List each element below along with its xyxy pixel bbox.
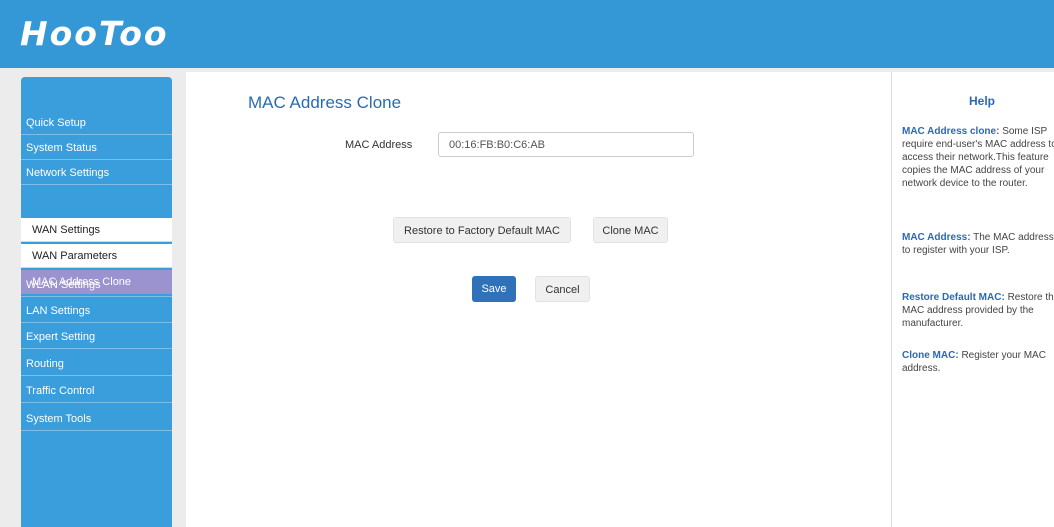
save-button[interactable]: Save (472, 276, 516, 302)
sidebar-item-traffic-control[interactable]: Traffic Control (21, 379, 172, 403)
help-panel: Help MAC Address clone: Some ISP require… (891, 72, 1054, 527)
sidebar-item-quick-setup[interactable]: Quick Setup (21, 111, 172, 135)
help-term: MAC Address: (902, 232, 971, 243)
sidebar-item-routing[interactable]: Routing (21, 352, 172, 376)
page-title: MAC Address Clone (248, 93, 402, 112)
sidebar-item-expert-setting[interactable]: Expert Setting (21, 325, 172, 349)
clone-mac-button[interactable]: Clone MAC (593, 217, 668, 243)
sidebar-item-system-tools[interactable]: System Tools (21, 407, 172, 431)
help-term: MAC Address clone: (902, 126, 1000, 137)
help-title: Help (968, 94, 995, 108)
help-mac-address: MAC Address: The MAC address to register… (902, 231, 1054, 257)
help-mac-clone: MAC Address clone: Some ISP require end-… (902, 125, 1054, 190)
sidebar-item-lan-settings[interactable]: LAN Settings (21, 299, 172, 323)
mac-address-label: MAC Address (345, 139, 413, 151)
sidebar-item-wlan-settings[interactable]: WLAN Settings (21, 273, 172, 297)
help-term: Clone MAC: (902, 350, 959, 361)
sidebar-item-network-settings[interactable]: Network Settings (21, 161, 172, 185)
sidebar-item-system-status[interactable]: System Status (21, 136, 172, 160)
mac-address-input[interactable] (438, 132, 694, 157)
sidebar-nav: Quick Setup System Status Network Settin… (21, 77, 172, 527)
restore-factory-mac-button[interactable]: Restore to Factory Default MAC (393, 217, 571, 243)
sidebar-item-wan-settings[interactable]: WAN Settings (21, 218, 172, 242)
main-panel: MAC Address Clone MAC Address Restore to… (186, 72, 891, 527)
help-term: Restore Default MAC: (902, 292, 1005, 303)
header-bar: HooToo (0, 0, 1054, 68)
help-restore-default-mac: Restore Default MAC: Restore the MAC add… (902, 291, 1054, 330)
hootoo-logo: HooToo (20, 14, 169, 53)
sidebar-item-wan-parameters[interactable]: WAN Parameters (21, 244, 172, 268)
help-clone-mac: Clone MAC: Register your MAC address. (902, 349, 1054, 375)
cancel-button[interactable]: Cancel (535, 276, 590, 302)
